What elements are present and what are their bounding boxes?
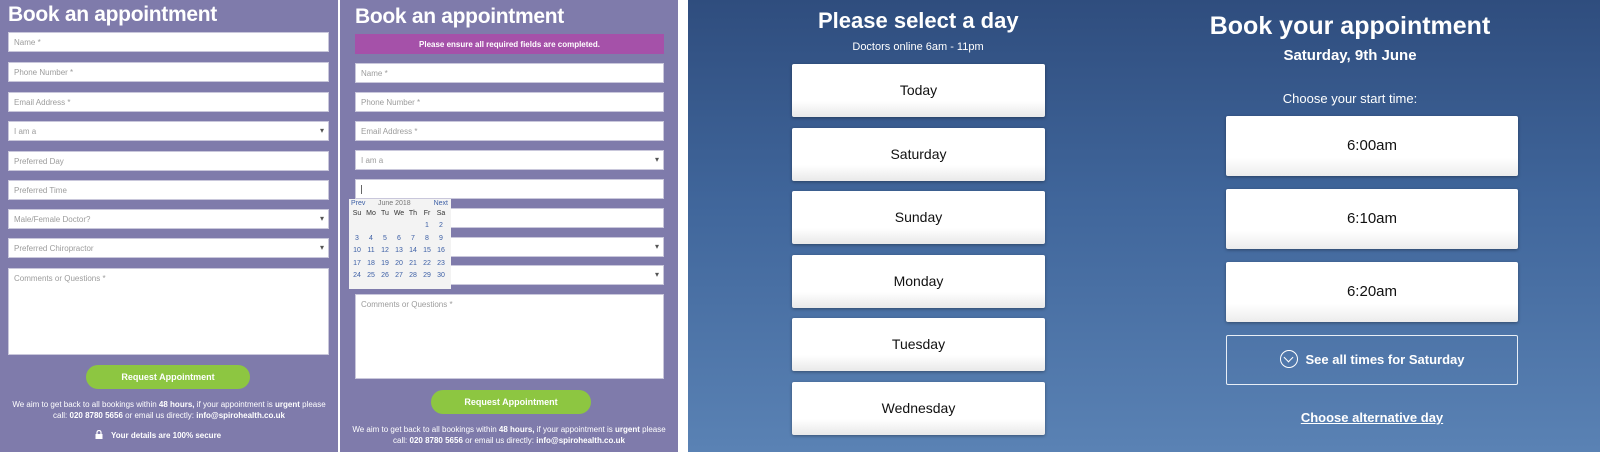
weekday-label: We (393, 210, 405, 217)
comments-textarea[interactable]: Comments or Questions * (8, 268, 329, 355)
time-slot-button[interactable]: 6:20am (1226, 262, 1518, 322)
name-field[interactable]: Name * (355, 63, 664, 83)
calendar-week: 24 25 26 27 28 29 30 (349, 270, 451, 283)
date-picker: Prev June 2018 Next Su Mo Tu We Th Fr Sa 12345… (349, 199, 451, 289)
preferred-day-field-active[interactable] (355, 179, 664, 199)
form-title: Book an appointment (355, 5, 564, 28)
calendar-day[interactable]: 7 (406, 235, 420, 242)
day-button-monday[interactable]: Monday (792, 254, 1045, 308)
month-label: June 2018 (378, 200, 411, 207)
weekday-label: Fr (423, 210, 431, 217)
calendar-day[interactable]: 28 (406, 272, 420, 279)
email-field[interactable]: Email Address * (355, 121, 664, 141)
select-day-title: Please select a day (818, 8, 1019, 33)
calendar-day[interactable]: 16 (434, 247, 448, 254)
email-link[interactable]: info@spirohealth.co.uk (536, 436, 625, 445)
time-slot-button[interactable]: 6:10am (1226, 189, 1518, 249)
calendar-day[interactable]: 3 (350, 235, 364, 242)
calendar-day[interactable]: 20 (392, 260, 406, 267)
date-picker-header: Prev June 2018 Next (349, 199, 451, 209)
calendar-day[interactable]: 25 (364, 272, 378, 279)
calendar-day[interactable]: 30 (434, 272, 448, 279)
weekday-label: Sa (436, 210, 446, 217)
name-field[interactable]: Name * (8, 32, 329, 52)
calendar-day[interactable]: 22 (420, 260, 434, 267)
validation-notice: Please ensure all required fields are co… (355, 34, 664, 54)
calendar-day[interactable]: 5 (378, 235, 392, 242)
calendar-day[interactable]: 27 (392, 272, 406, 279)
calendar-day[interactable]: 12 (378, 247, 392, 254)
next-month-link[interactable]: Next (434, 200, 448, 207)
calendar-day[interactable]: 23 (434, 260, 448, 267)
calendar-day[interactable]: 17 (350, 260, 364, 267)
calendar-day[interactable]: 19 (378, 260, 392, 267)
calendar-day[interactable]: 2 (434, 222, 448, 229)
doctor-gender-select[interactable]: Male/Female Doctor? (8, 209, 329, 229)
calendar-day[interactable]: 4 (364, 235, 378, 242)
phone-field[interactable]: Phone Number * (8, 62, 329, 82)
calendar-day[interactable]: 29 (420, 272, 434, 279)
secure-note: Your details are 100% secure (95, 430, 221, 440)
choose-alternative-day-link[interactable]: Choose alternative day (1226, 410, 1518, 425)
calendar-day[interactable]: 24 (350, 272, 364, 279)
selected-date: Saturday, 9th June (1283, 47, 1417, 64)
calendar-day[interactable]: 13 (392, 247, 406, 254)
i-am-a-select[interactable]: I am a (355, 150, 664, 170)
form-title: Book an appointment (8, 3, 217, 26)
preferred-day-field[interactable]: Preferred Day (8, 151, 329, 171)
weekday-label: Th (408, 210, 418, 217)
calendar-day[interactable]: 15 (420, 247, 434, 254)
mobile-booking-area: Please select a day Doctors online 6am -… (688, 0, 1600, 452)
calendar-day[interactable]: 11 (364, 247, 378, 254)
calendar-day[interactable]: 6 (392, 235, 406, 242)
lock-icon (95, 430, 103, 439)
doctors-online-note: Doctors online 6am - 11pm (852, 41, 984, 53)
calendar-day[interactable]: 18 (364, 260, 378, 267)
email-field[interactable]: Email Address * (8, 92, 329, 112)
chiropractor-select[interactable]: Preferred Chiropractor (8, 238, 329, 258)
weekday-header: Su Mo Tu We Th Fr Sa (349, 209, 451, 220)
calendar-week: 3456789 (349, 233, 451, 246)
text-cursor (361, 185, 362, 194)
day-button-today[interactable]: Today (792, 64, 1045, 117)
phone-link[interactable]: 020 8780 5656 (410, 436, 463, 445)
calendar-day[interactable]: 9 (434, 235, 448, 242)
screenshot-collage: Book an appointment Name * Phone Number … (0, 0, 1600, 452)
calendar-week: 17 18 19 20 21 22 23 (349, 258, 451, 271)
booking-form-panel-a: Book an appointment Name * Phone Number … (0, 0, 338, 452)
day-button-sunday[interactable]: Sunday (792, 191, 1045, 244)
i-am-a-select[interactable]: I am a (8, 121, 329, 141)
weekday-label: Mo (366, 210, 376, 217)
phone-field[interactable]: Phone Number * (355, 92, 664, 112)
calendar-day[interactable]: 1 (420, 222, 434, 229)
time-slot-button[interactable]: 6:00am (1226, 116, 1518, 176)
calendar-day[interactable]: 8 (420, 235, 434, 242)
prev-month-link[interactable]: Prev (351, 200, 365, 207)
calendar-grid: 1 2 3 4 5 6 7 8 9 10 11 12 13 14 15 16 17 18 19 20 21 22 23 24 2… (349, 220, 451, 283)
weekday-label: Su (352, 210, 362, 217)
response-info: We aim to get back to all bookings withi… (12, 400, 326, 420)
response-info: We aim to get back to all bookings withi… (352, 425, 666, 445)
day-button-wednesday[interactable]: Wednesday (792, 381, 1045, 435)
calendar-day[interactable]: 14 (406, 247, 420, 254)
request-appointment-button[interactable]: Request Appointment (86, 365, 250, 389)
request-appointment-button[interactable]: Request Appointment (431, 390, 591, 414)
day-button-saturday[interactable]: Saturday (792, 127, 1045, 181)
start-time-prompt: Choose your start time: (1282, 91, 1418, 106)
calendar-week: 12 (349, 220, 451, 233)
weekday-label: Tu (381, 210, 389, 217)
calendar-day[interactable]: 26 (378, 272, 392, 279)
email-link[interactable]: info@spirohealth.co.uk (196, 411, 285, 420)
calendar-week: 10 11 12 13 14 15 16 (349, 245, 451, 258)
comments-textarea[interactable]: Comments or Questions * (355, 294, 664, 379)
preferred-time-field[interactable]: Preferred Time (8, 180, 329, 200)
phone-link[interactable]: 020 8780 5656 (70, 411, 123, 420)
book-title: Book your appointment (1209, 12, 1491, 40)
calendar-day[interactable]: 21 (406, 260, 420, 267)
day-button-tuesday[interactable]: Tuesday (792, 318, 1045, 371)
chevron-down-circle-icon (1279, 350, 1298, 368)
see-all-times-button[interactable]: See all times for Saturday (1226, 335, 1518, 385)
calendar-day[interactable]: 10 (350, 247, 364, 254)
